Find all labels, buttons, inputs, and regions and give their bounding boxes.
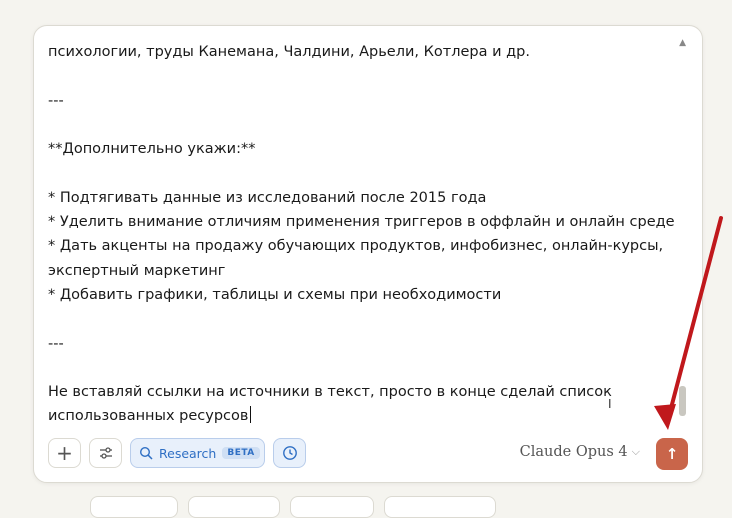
message-line: * Добавить графики, таблицы и схемы при … xyxy=(48,286,502,303)
send-button[interactable]: ↑ xyxy=(656,438,688,470)
message-line: * Уделить внимание отличиям применения т… xyxy=(48,214,675,231)
add-attachment-button[interactable]: + xyxy=(48,438,81,468)
message-line: использованных ресурсов xyxy=(48,408,249,425)
message-line: --- xyxy=(48,335,64,352)
plus-icon: + xyxy=(56,441,73,465)
arrow-up-icon: ↑ xyxy=(665,445,679,463)
research-label: Research xyxy=(159,445,217,461)
message-line xyxy=(48,307,676,331)
tools-button[interactable] xyxy=(89,438,122,468)
message-line: экспертный маркетинг xyxy=(48,262,226,279)
search-icon xyxy=(139,446,153,460)
suggestion-chip[interactable] xyxy=(188,496,280,518)
message-line: * Подтягивать данные из исследований пос… xyxy=(48,189,487,206)
beta-badge: BETA xyxy=(222,447,260,459)
message-line: Не вставляй ссылки на источники в текст,… xyxy=(48,384,612,401)
clock-icon xyxy=(282,446,297,460)
scrollbar-thumb[interactable] xyxy=(679,386,686,416)
chevron-down-icon: ⌵ xyxy=(631,445,640,458)
extended-thinking-button[interactable] xyxy=(273,438,306,468)
composer-toolbar: + Research BETA Claude Opus 4 ⌵ ↑ xyxy=(48,438,688,470)
text-caret xyxy=(250,406,252,424)
message-line: --- xyxy=(48,92,64,109)
message-line xyxy=(48,356,676,380)
message-line xyxy=(48,161,676,185)
sliders-icon xyxy=(99,447,112,459)
model-label: Claude Opus 4 xyxy=(519,444,628,460)
suggestion-chip[interactable] xyxy=(384,496,496,518)
suggestion-chip[interactable] xyxy=(90,496,178,518)
message-line: * Дать акценты на продажу обучающих прод… xyxy=(48,238,664,255)
message-line: **Дополнительно укажи:** xyxy=(48,141,256,158)
message-line: психологии, труды Канемана, Чалдини, Арь… xyxy=(48,44,530,60)
research-button[interactable]: Research BETA xyxy=(130,438,265,468)
message-composer: психологии, труды Канемана, Чалдини, Арь… xyxy=(33,25,703,483)
ibeam-cursor-icon: Ⅰ xyxy=(608,397,612,411)
model-selector[interactable]: Claude Opus 4 ⌵ xyxy=(520,444,640,460)
message-line xyxy=(48,64,676,88)
message-line xyxy=(48,113,676,137)
suggestion-chip[interactable] xyxy=(290,496,374,518)
scroll-up-icon[interactable]: ▲ xyxy=(679,38,686,48)
message-input[interactable]: психологии, труды Канемана, Чалдини, Арь… xyxy=(48,40,676,432)
message-line-last: использованных ресурсов xyxy=(48,404,676,428)
